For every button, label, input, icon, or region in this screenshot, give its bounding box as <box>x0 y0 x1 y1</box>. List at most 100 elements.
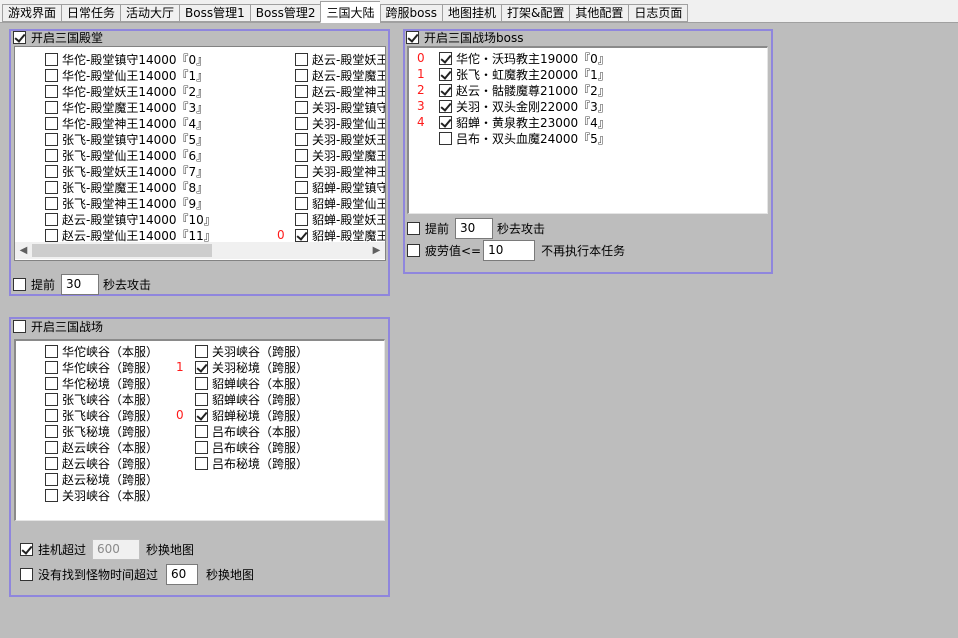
tab-6[interactable]: 跨服boss <box>379 4 442 22</box>
hall-list-item[interactable]: 貂蝉-殿堂魔王 <box>295 227 385 243</box>
checkbox[interactable] <box>45 488 58 502</box>
hall-advance-input[interactable]: 30 <box>61 274 100 295</box>
checkbox[interactable] <box>45 472 58 486</box>
boss-list-item[interactable]: 1 张飞・虹魔教主20000『1』 <box>417 66 610 82</box>
battlefield-list-item[interactable]: 张飞峡谷（本服） <box>45 391 158 407</box>
checkbox[interactable] <box>45 424 58 438</box>
tab-2[interactable]: 活动大厅 <box>120 4 180 22</box>
checkbox[interactable] <box>295 132 308 146</box>
checkbox[interactable] <box>45 408 58 422</box>
boss-listbox[interactable]: 0 华佗・沃玛教主19000『0』 1 张飞・虹魔教主20000『1』 2 赵云・骷髅魔尊… <box>407 46 768 214</box>
boss-advance-checkbox[interactable] <box>407 222 420 235</box>
checkbox[interactable] <box>45 148 58 162</box>
checkbox[interactable] <box>295 148 308 162</box>
checkbox[interactable] <box>45 68 58 82</box>
scroll-left-icon[interactable]: ◀ <box>15 242 32 259</box>
checkbox[interactable] <box>45 164 58 178</box>
no-monster-checkbox[interactable] <box>20 568 33 581</box>
checkbox[interactable] <box>439 115 452 129</box>
boss-list-item[interactable]: 吕布・双头血魔24000『5』 <box>417 130 610 146</box>
tab-0[interactable]: 游戏界面 <box>2 4 62 22</box>
hall-list-item[interactable]: 貂蝉-殿堂妖王 <box>295 211 385 227</box>
hall-list-item[interactable]: 关羽-殿堂魔王 <box>295 147 385 163</box>
hall-list-item[interactable]: 华佗-殿堂神王14000『4』 <box>45 115 216 131</box>
checkbox[interactable] <box>45 116 58 130</box>
checkbox[interactable] <box>295 116 308 130</box>
checkbox[interactable] <box>45 440 58 454</box>
boss-list-item[interactable]: 3 关羽・双头金刚22000『3』 <box>417 98 610 114</box>
checkbox[interactable] <box>45 360 58 374</box>
hall-list-item[interactable]: 关羽-殿堂神王 <box>295 163 385 179</box>
hall-list-item[interactable]: 张飞-殿堂神王14000『9』 <box>45 195 216 211</box>
afk-seconds-input[interactable]: 600 <box>92 539 141 560</box>
tab-10[interactable]: 日志页面 <box>628 4 689 22</box>
boss-list-item[interactable]: 4 貂蝉・黄泉教主23000『4』 <box>417 114 610 130</box>
boss-toggle[interactable]: 开启三国战场boss <box>406 29 523 46</box>
checkbox[interactable] <box>195 360 208 374</box>
checkbox[interactable] <box>195 456 208 470</box>
hall-listbox[interactable]: 华佗-殿堂镇守14000『0』 华佗-殿堂仙王14000『1』 华佗-殿堂妖王140… <box>14 46 386 261</box>
checkbox[interactable] <box>45 84 58 98</box>
battlefield-list-item[interactable]: 貂蝉峡谷（本服） <box>195 375 308 391</box>
checkbox[interactable] <box>439 67 452 81</box>
scrollbar-thumb[interactable] <box>32 244 212 257</box>
hall-toggle[interactable]: 开启三国殿堂 <box>13 29 103 46</box>
battlefield-list-item[interactable]: 貂蝉秘境（跨服） <box>195 407 308 423</box>
checkbox[interactable] <box>295 212 308 226</box>
checkbox[interactable] <box>295 52 308 66</box>
battlefield-list-item[interactable]: 赵云峡谷（本服） <box>45 439 158 455</box>
tab-5[interactable]: 三国大陆 <box>320 1 380 23</box>
hall-list-item[interactable]: 张飞-殿堂妖王14000『7』 <box>45 163 216 179</box>
checkbox[interactable] <box>45 392 58 406</box>
boss-advance-input[interactable]: 30 <box>455 218 494 239</box>
checkbox[interactable] <box>195 392 208 406</box>
hall-list-item[interactable]: 张飞-殿堂镇守14000『5』 <box>45 131 216 147</box>
tab-3[interactable]: Boss管理1 <box>179 4 250 22</box>
battlefield-list-item[interactable]: 张飞峡谷（跨服） <box>45 407 158 423</box>
checkbox[interactable] <box>45 212 58 226</box>
hall-list-item[interactable]: 华佗-殿堂魔王14000『3』 <box>45 99 216 115</box>
checkbox[interactable] <box>439 131 452 145</box>
no-monster-seconds-input[interactable]: 60 <box>166 564 199 585</box>
battlefield-list-item[interactable]: 吕布峡谷（跨服） <box>195 439 308 455</box>
checkbox[interactable] <box>295 164 308 178</box>
battlefield-list-item[interactable]: 华佗秘境（跨服） <box>45 375 158 391</box>
checkbox[interactable] <box>295 100 308 114</box>
checkbox[interactable] <box>195 408 208 422</box>
battlefield-list-item[interactable]: 关羽峡谷（本服） <box>45 487 158 503</box>
hall-list-item[interactable]: 赵云-殿堂仙王14000『11』 <box>45 227 216 243</box>
hall-list-item[interactable]: 赵云-殿堂魔王 <box>295 67 385 83</box>
battlefield-list-item[interactable]: 关羽秘境（跨服） <box>195 359 308 375</box>
checkbox[interactable] <box>195 440 208 454</box>
checkbox[interactable] <box>439 99 452 113</box>
hall-list-item[interactable]: 貂蝉-殿堂镇守 <box>295 179 385 195</box>
checkbox[interactable] <box>295 228 308 242</box>
scroll-right-icon[interactable]: ▶ <box>368 242 385 259</box>
battlefield-list-item[interactable]: 华佗峡谷（跨服） <box>45 359 158 375</box>
checkbox[interactable] <box>45 228 58 242</box>
checkbox[interactable] <box>439 51 452 65</box>
tab-7[interactable]: 地图挂机 <box>441 4 501 22</box>
checkbox[interactable] <box>295 180 308 194</box>
hall-list-item[interactable]: 关羽-殿堂妖王 <box>295 131 385 147</box>
scrollbar-track[interactable] <box>32 242 368 259</box>
afk-checkbox[interactable] <box>20 543 33 556</box>
hall-list-item[interactable]: 赵云-殿堂神王 <box>295 83 385 99</box>
hall-list-item[interactable]: 华佗-殿堂仙王14000『1』 <box>45 67 216 83</box>
hall-list-item[interactable]: 赵云-殿堂妖王 <box>295 51 385 67</box>
checkbox[interactable] <box>45 52 58 66</box>
hall-enable-checkbox[interactable] <box>13 31 26 44</box>
checkbox[interactable] <box>195 344 208 358</box>
battlefield-list-item[interactable]: 貂蝉峡谷（跨服） <box>195 391 308 407</box>
checkbox[interactable] <box>45 456 58 470</box>
hall-advance-checkbox[interactable] <box>13 278 26 291</box>
battlefield-toggle[interactable]: 开启三国战场 <box>13 318 103 335</box>
battlefield-list-item[interactable]: 赵云秘境（跨服） <box>45 471 158 487</box>
checkbox[interactable] <box>45 100 58 114</box>
checkbox[interactable] <box>295 196 308 210</box>
checkbox[interactable] <box>439 83 452 97</box>
hall-list-item[interactable]: 华佗-殿堂镇守14000『0』 <box>45 51 216 67</box>
checkbox[interactable] <box>45 344 58 358</box>
hall-list-item[interactable]: 张飞-殿堂魔王14000『8』 <box>45 179 216 195</box>
checkbox[interactable] <box>195 424 208 438</box>
